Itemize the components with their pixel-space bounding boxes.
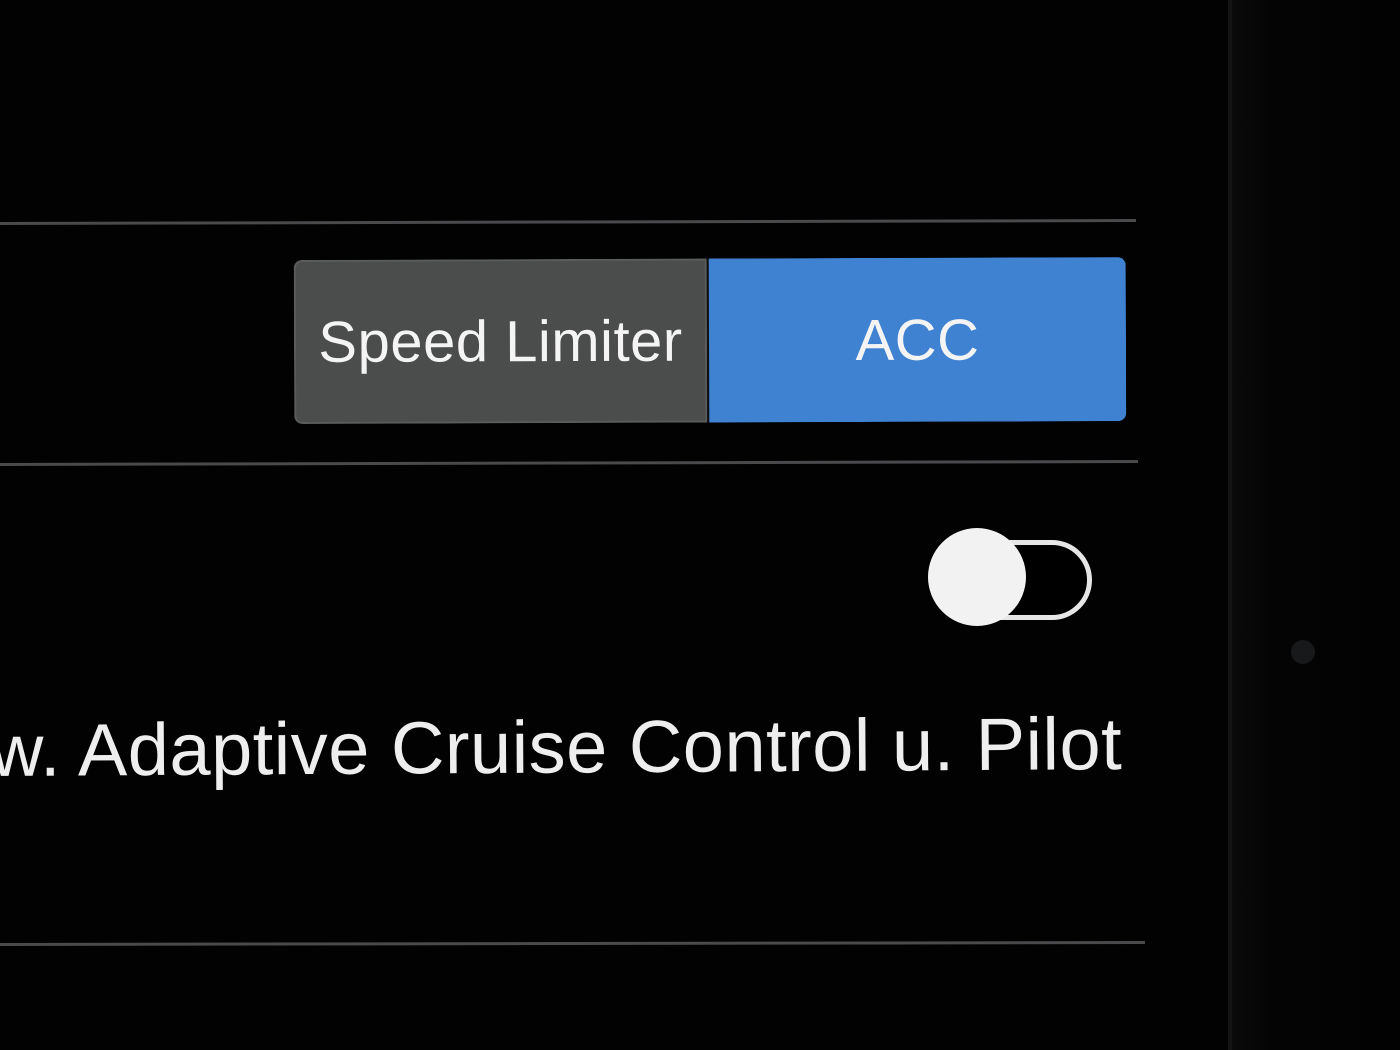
light-sensor-icon bbox=[1291, 640, 1315, 664]
speed-limiter-option[interactable]: Speed Limiter bbox=[293, 258, 708, 424]
divider bbox=[0, 460, 1138, 466]
divider bbox=[0, 941, 1146, 946]
display-bezel bbox=[1232, 0, 1400, 1050]
cruise-mode-segmented-control: Speed Limiter ACC bbox=[293, 257, 1127, 424]
settings-screen: Speed Limiter ACC w. Adaptive Cruise Con… bbox=[0, 0, 1232, 1050]
acc-option[interactable]: ACC bbox=[708, 257, 1127, 423]
toggle-knob bbox=[928, 528, 1026, 626]
divider bbox=[0, 219, 1136, 225]
pilot-toggle-switch[interactable] bbox=[928, 528, 1092, 628]
pilot-setting-label: w. Adaptive Cruise Control u. Pilot bbox=[0, 702, 1123, 792]
